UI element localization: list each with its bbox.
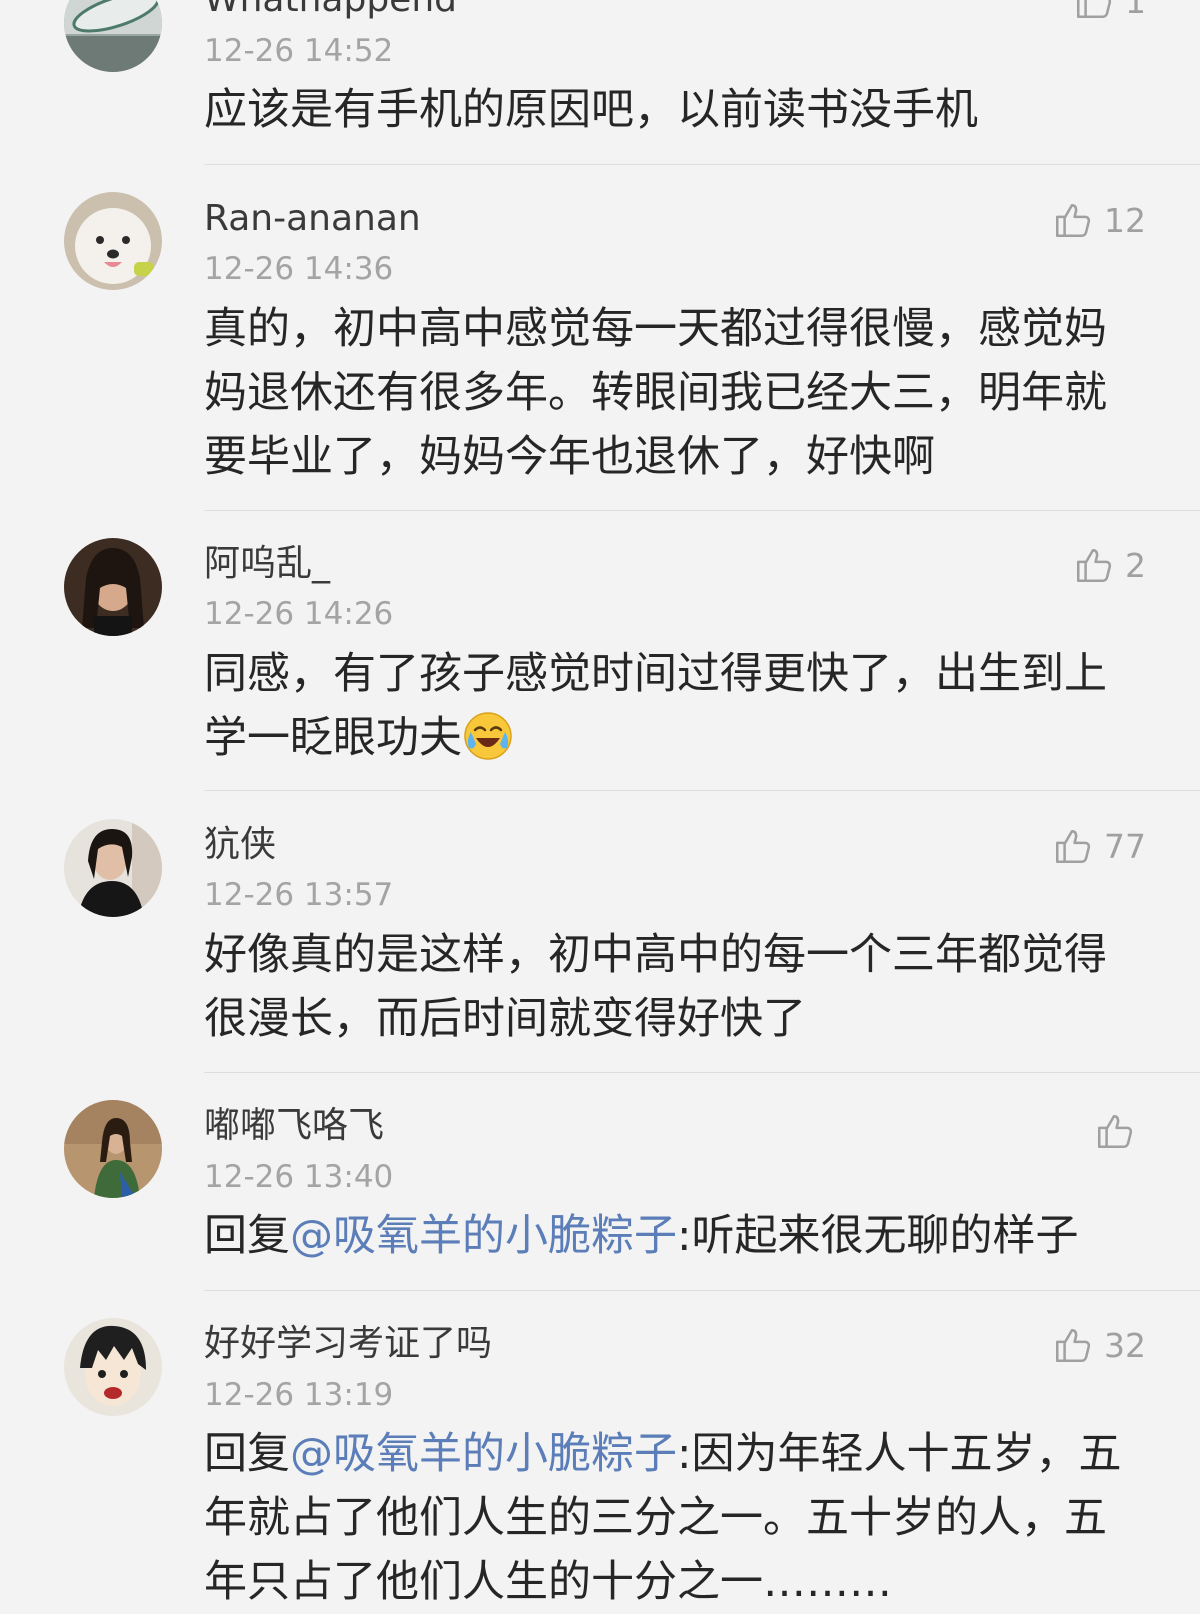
like-button[interactable]: 32 <box>1052 1322 1146 1368</box>
avatar[interactable] <box>64 538 162 636</box>
avatar[interactable] <box>64 0 162 72</box>
username[interactable]: 犺侠 <box>204 823 276 867</box>
divider <box>204 790 1200 791</box>
reply-prefix: 回复 <box>204 1429 290 1479</box>
thumbs-up-icon <box>1052 1324 1094 1366</box>
mention-link[interactable]: @吸氧羊的小脆粽子 <box>290 1429 677 1479</box>
timestamp: 12-26 14:26 <box>204 596 394 632</box>
comment-text-content: 同感，有了孩子感觉时间过得更快了，出生到上学一眨眼功夫 <box>204 649 1107 763</box>
like-button[interactable]: 77 <box>1052 823 1146 869</box>
comment-text: 回复@吸氧羊的小脆粽子:听起来很无聊的样子 <box>204 1204 1134 1268</box>
thumbs-up-icon <box>1094 1110 1136 1152</box>
avatar[interactable] <box>64 192 162 290</box>
avatar[interactable] <box>64 819 162 917</box>
divider <box>204 1072 1200 1073</box>
like-count: 1 <box>1125 0 1146 21</box>
comment-text: 应该是有手机的原因吧，以前读书没手机 <box>204 85 978 135</box>
username[interactable]: 嘟嘟飞咯飞 <box>204 1104 384 1148</box>
timestamp: 12-26 13:40 <box>204 1159 394 1195</box>
like-count: 77 <box>1104 826 1146 866</box>
comment-text-content: :听起来很无聊的样子 <box>677 1211 1079 1261</box>
like-button[interactable]: 12 <box>1052 197 1146 243</box>
timestamp: 12-26 13:19 <box>204 1377 394 1413</box>
avatar[interactable] <box>64 1100 162 1198</box>
timestamp: 12-26 14:52 <box>204 33 394 69</box>
like-count: 2 <box>1125 545 1146 585</box>
like-button[interactable]: 2 <box>1073 542 1146 588</box>
divider <box>204 1290 1200 1291</box>
like-count: 32 <box>1104 1325 1146 1365</box>
username[interactable]: Ran-ananan <box>204 197 421 241</box>
like-count: 12 <box>1104 200 1146 240</box>
like-button[interactable] <box>1094 1108 1146 1154</box>
thumbs-up-icon <box>1052 199 1094 241</box>
timestamp: 12-26 13:57 <box>204 877 394 913</box>
comment-text: 好像真的是这样，初中高中的每一个三年都觉得很漫长，而后时间就变得好快了 <box>204 930 1107 1044</box>
comment-text: 回复@吸氧羊的小脆粽子:因为年轻人十五岁，五年就占了他们人生的三分之一。五十岁的… <box>204 1422 1134 1614</box>
mention-link[interactable]: @吸氧羊的小脆粽子 <box>290 1211 677 1261</box>
thumbs-up-icon <box>1073 544 1115 586</box>
thumbs-up-icon <box>1052 825 1094 867</box>
comment-text: 真的，初中高中感觉每一天都过得很慢，感觉妈妈退休还有很多年。转眼间我已经大三，明… <box>204 304 1107 482</box>
like-button[interactable]: 1 <box>1073 0 1146 24</box>
timestamp: 12-26 14:36 <box>204 251 394 287</box>
avatar[interactable] <box>64 1318 162 1416</box>
laughing-crying-emoji-icon <box>462 710 514 762</box>
username[interactable]: Whathappend <box>204 0 457 22</box>
divider <box>204 510 1200 511</box>
reply-prefix: 回复 <box>204 1211 290 1261</box>
comment-text: 同感，有了孩子感觉时间过得更快了，出生到上学一眨眼功夫 <box>204 642 1134 770</box>
username[interactable]: 好好学习考证了吗 <box>204 1322 492 1366</box>
thumbs-up-icon <box>1073 0 1115 22</box>
divider <box>204 164 1200 165</box>
username[interactable]: 阿呜乱_ <box>204 542 330 586</box>
